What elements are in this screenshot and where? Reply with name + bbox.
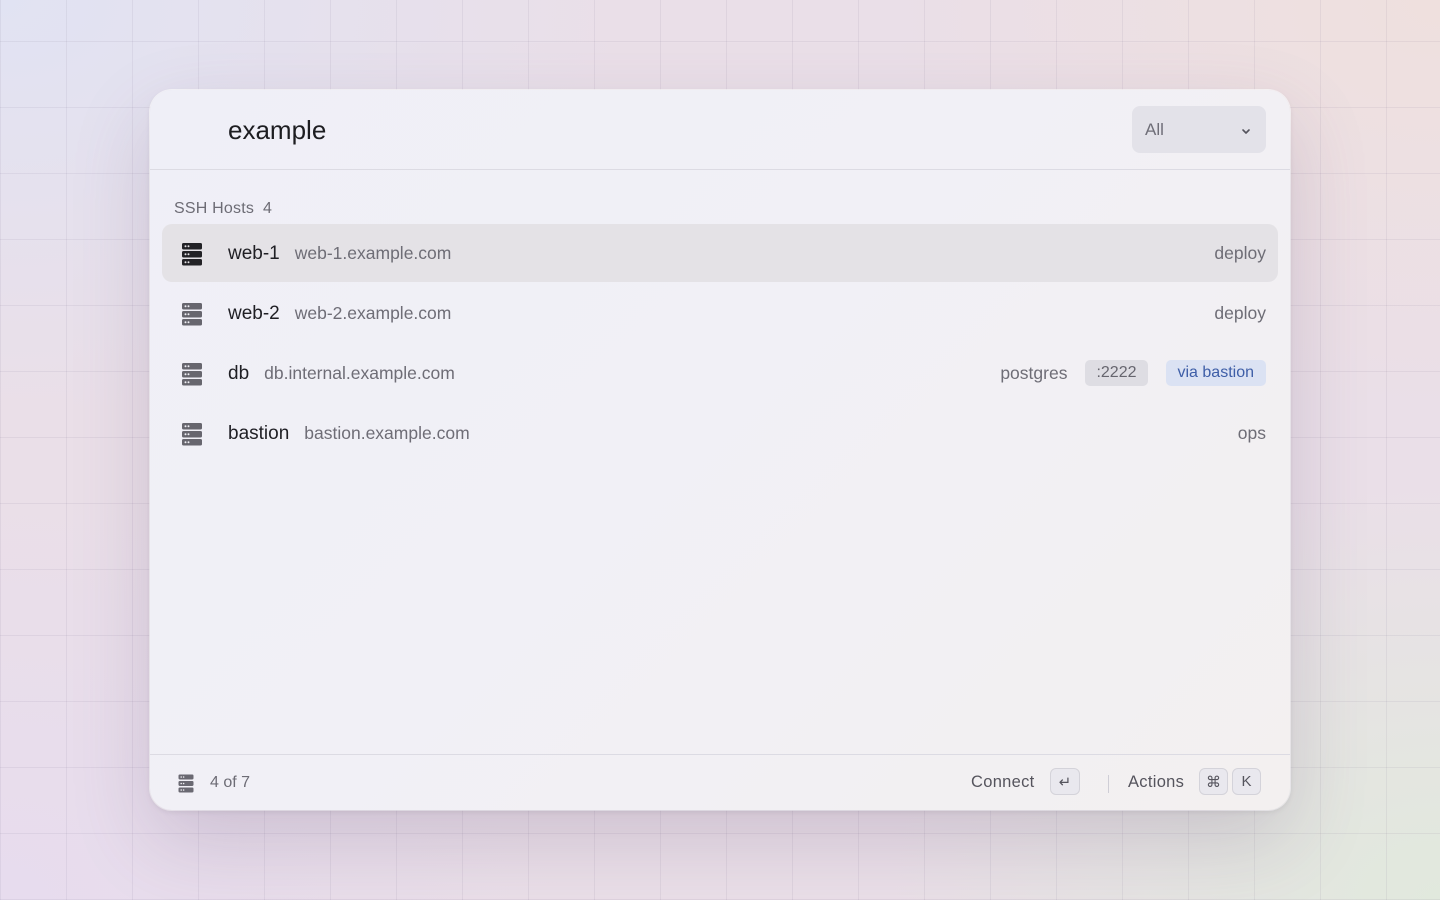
host-meta: deploy [1214, 300, 1266, 326]
search-input[interactable] [228, 112, 1048, 148]
chevron-down-icon [1242, 129, 1250, 134]
filter-dropdown[interactable]: All [1132, 106, 1266, 153]
host-address: web-1.example.com [294, 243, 452, 263]
enter-key-hint: ↵ [1050, 768, 1080, 795]
host-user: ops [1237, 422, 1266, 443]
host-name: web-2 web-2.example.com [228, 303, 452, 324]
result-count: 4 of 7 [210, 774, 251, 791]
host-address: db.internal.example.com [264, 363, 455, 383]
host-user: deploy [1214, 242, 1266, 263]
host-user: postgres [1000, 362, 1068, 383]
host-name: web-1 web-1.example.com [228, 243, 452, 264]
host-row-web-1[interactable]: web-1 web-1.example.com deploy [162, 224, 1278, 282]
host-name: bastion bastion.example.com [228, 423, 470, 444]
server-icon [178, 774, 194, 793]
filter-selected-value: All [1145, 120, 1164, 139]
section-header: SSH Hosts 4 [174, 200, 272, 218]
command-key-hint: ⌘ [1199, 768, 1228, 795]
actions-menu-button[interactable]: Actions [1128, 773, 1184, 792]
host-address: bastion.example.com [304, 423, 470, 443]
k-key-hint: K [1232, 768, 1261, 795]
footer-divider [1108, 775, 1109, 793]
host-meta: postgres :2222 via bastion [1000, 360, 1266, 386]
host-address: web-2.example.com [294, 303, 452, 323]
host-name: db db.internal.example.com [228, 363, 455, 384]
connect-action[interactable]: Connect [971, 773, 1035, 792]
host-row-web-2[interactable]: web-2 web-2.example.com deploy [162, 284, 1278, 342]
host-row-db[interactable]: db db.internal.example.com postgres :2222… [162, 344, 1278, 402]
server-icon [182, 243, 202, 266]
server-icon [182, 423, 202, 446]
port-badge: :2222 [1085, 360, 1148, 386]
host-meta: ops [1238, 420, 1266, 446]
section-count: 4 [263, 200, 273, 217]
jump-host-badge: via bastion [1165, 360, 1266, 386]
server-icon [182, 363, 202, 386]
command-palette: All SSH Hosts 4 web-1web-1.example.com de… [150, 90, 1290, 810]
section-title: SSH Hosts [174, 200, 255, 217]
footer-bar: 4 of 7 Connect ↵ Actions ⌘ K [150, 754, 1290, 810]
host-meta: deploy [1214, 240, 1266, 266]
search-bar: All [150, 90, 1290, 170]
server-icon [182, 303, 202, 326]
host-user: deploy [1214, 302, 1266, 323]
host-row-bastion[interactable]: bastion bastion.example.com ops [162, 404, 1278, 462]
